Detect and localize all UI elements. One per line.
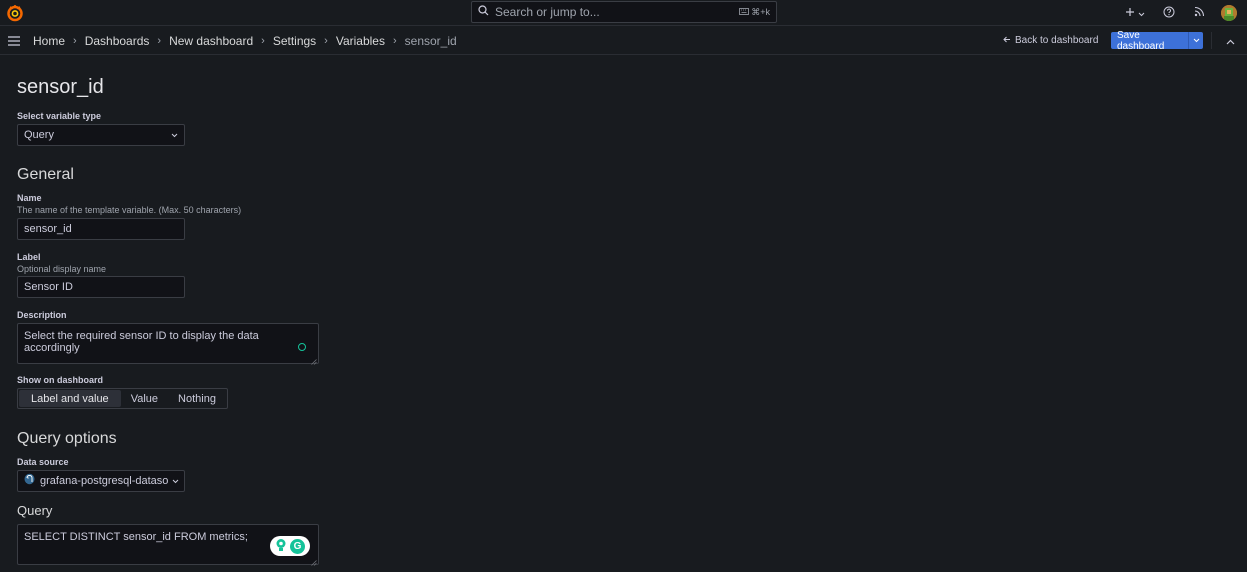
name-label: Name <box>17 193 42 203</box>
collapse-header-button[interactable] <box>1222 33 1238 49</box>
top-icons <box>1121 3 1239 23</box>
chevron-up-icon <box>1226 34 1235 48</box>
radio-nothing[interactable]: Nothing <box>168 390 226 407</box>
label-input[interactable]: Sensor ID <box>17 276 185 298</box>
label-value: Sensor ID <box>24 281 73 293</box>
search-bar[interactable]: Search or jump to... ⌘+k <box>471 1 777 23</box>
name-description: The name of the template variable. (Max.… <box>17 205 242 215</box>
description-label: Description <box>17 310 67 320</box>
variable-type-value: Query <box>24 129 54 141</box>
hamburger-icon <box>7 36 21 51</box>
news-button[interactable] <box>1189 3 1209 23</box>
help-button[interactable] <box>1159 3 1179 23</box>
chevron-down-icon <box>1193 35 1200 46</box>
datasource-display: grafana-postgresql-dataso <box>23 473 168 489</box>
new-menu-button[interactable] <box>1121 3 1149 23</box>
chevron-down-icon <box>172 475 179 487</box>
datasource-value: grafana-postgresql-dataso <box>40 475 169 487</box>
breadcrumb-current: sensor_id <box>404 34 457 48</box>
chevron-right-icon: › <box>157 35 162 47</box>
grafana-logo-icon[interactable] <box>6 4 24 22</box>
query-label: Query <box>17 503 53 518</box>
menu-toggle-button[interactable] <box>7 34 21 48</box>
show-on-dashboard-label: Show on dashboard <box>17 375 104 385</box>
breadcrumb-new-dashboard[interactable]: New dashboard <box>169 34 253 48</box>
search-placeholder: Search or jump to... <box>495 5 600 19</box>
rss-icon <box>1194 6 1205 20</box>
label-label: Label <box>17 252 41 262</box>
breadcrumb-dashboards[interactable]: Dashboards <box>85 34 150 48</box>
help-icon <box>1163 6 1175 21</box>
grammarly-widget[interactable]: G <box>270 536 310 556</box>
postgresql-icon <box>23 473 36 489</box>
datasource-label: Data source <box>17 457 69 467</box>
search-shortcut: ⌘+k <box>739 7 770 18</box>
variable-type-label: Select variable type <box>17 111 102 121</box>
divider <box>1211 32 1212 49</box>
query-value: SELECT DISTINCT sensor_id FROM metrics; <box>24 531 248 543</box>
profile-button[interactable] <box>1219 3 1239 23</box>
plus-icon <box>1125 6 1135 20</box>
chevron-right-icon: › <box>392 35 397 47</box>
resize-handle-icon[interactable] <box>311 557 317 566</box>
chevron-right-icon: › <box>324 35 328 47</box>
top-bar: Search or jump to... ⌘+k <box>0 0 1247 26</box>
back-label: Back to dashboard <box>1015 35 1099 46</box>
save-label: Save dashboard <box>1117 29 1165 52</box>
name-value: sensor_id <box>24 223 72 235</box>
chevron-down-icon <box>171 129 178 141</box>
variable-type-select[interactable]: Query <box>17 124 185 146</box>
radio-value[interactable]: Value <box>121 390 168 407</box>
search-icon <box>478 5 489 19</box>
breadcrumb: Home › Dashboards › New dashboard › Sett… <box>33 34 457 48</box>
general-section-title: General <box>17 166 74 183</box>
keyboard-icon <box>739 7 750 17</box>
datasource-picker[interactable]: grafana-postgresql-dataso <box>17 470 185 492</box>
radio-label-and-value[interactable]: Label and value <box>19 390 121 407</box>
breadcrumb-home[interactable]: Home <box>33 34 65 48</box>
description-textarea[interactable]: Select the required sensor ID to display… <box>17 323 319 365</box>
avatar <box>1221 5 1237 21</box>
chevron-right-icon: › <box>261 35 265 47</box>
chevron-right-icon: › <box>73 35 77 47</box>
query-options-section-title: Query options <box>17 430 117 447</box>
chevron-down-icon <box>1138 6 1145 20</box>
page-title: sensor_id <box>17 76 104 98</box>
back-to-dashboard-button[interactable]: Back to dashboard <box>1003 35 1098 46</box>
lightbulb-icon <box>275 538 287 555</box>
label-description: Optional display name <box>17 264 107 274</box>
breadcrumb-bar: Home › Dashboards › New dashboard › Sett… <box>0 27 1247 55</box>
breadcrumb-settings[interactable]: Settings <box>273 34 316 48</box>
breadcrumb-variables[interactable]: Variables <box>336 34 385 48</box>
save-options-button[interactable] <box>1188 32 1203 49</box>
arrow-left-icon <box>1003 35 1011 46</box>
show-on-dashboard-radio-group: Label and value Value Nothing <box>17 388 228 409</box>
grammarly-logo-icon: G <box>290 538 305 554</box>
description-value: Select the required sensor ID to display… <box>24 330 259 354</box>
save-dashboard-button[interactable]: Save dashboard <box>1111 29 1203 52</box>
grammarly-icon[interactable] <box>298 343 306 351</box>
name-input[interactable]: sensor_id <box>17 218 185 240</box>
resize-handle-icon[interactable] <box>311 356 317 365</box>
